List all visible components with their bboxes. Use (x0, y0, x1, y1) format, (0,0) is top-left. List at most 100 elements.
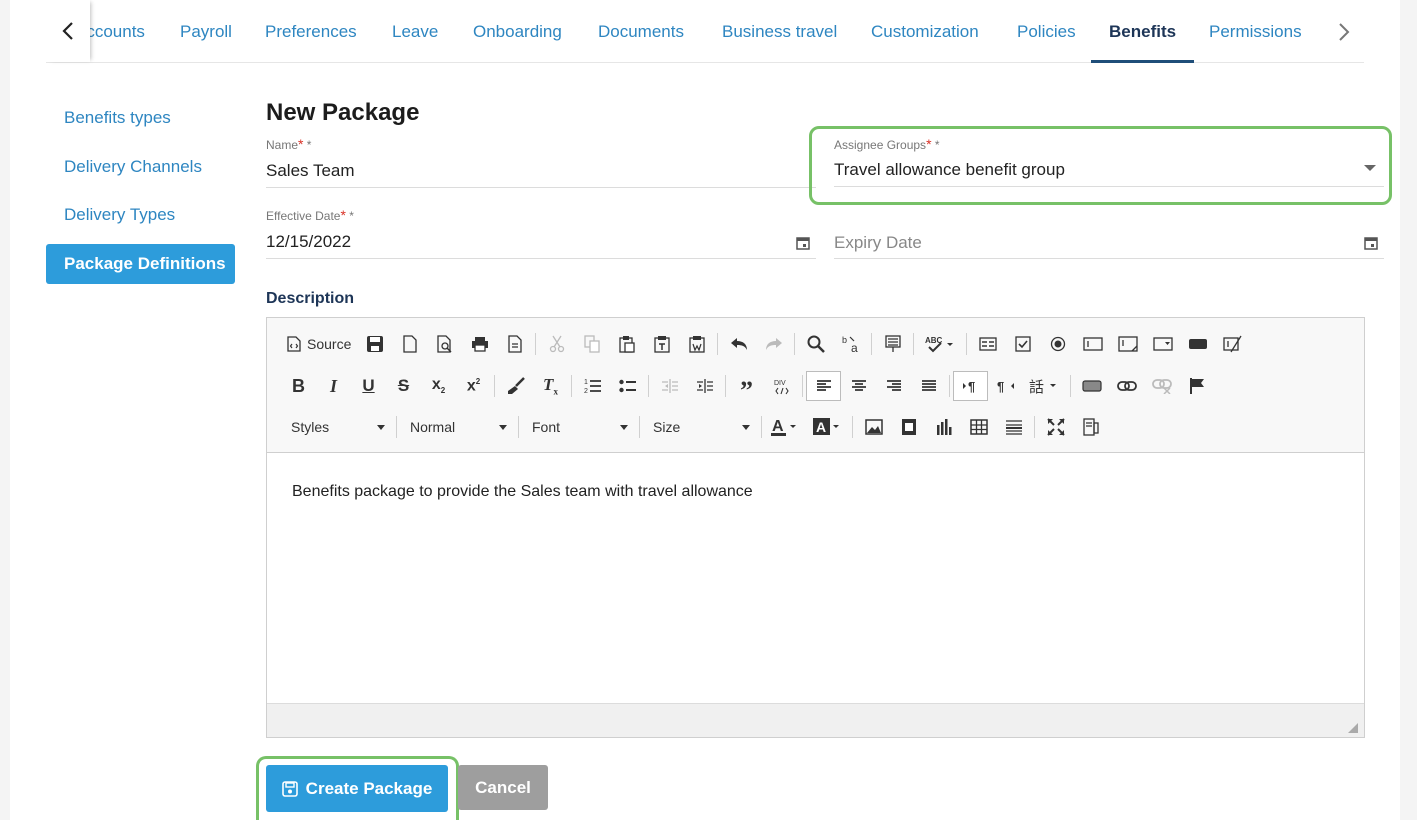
sidebar-item-delivery-channels[interactable]: Delivery Channels (46, 147, 235, 187)
paste-button[interactable] (609, 329, 644, 359)
justify-button[interactable] (911, 371, 946, 401)
expiry-date-field[interactable]: Expiry Date (834, 207, 1384, 259)
paste-word-button[interactable] (679, 329, 714, 359)
table-button[interactable] (961, 412, 996, 442)
size-dropdown[interactable]: Size (643, 412, 758, 442)
align-left-button[interactable] (806, 371, 841, 401)
link-button[interactable] (1109, 371, 1144, 401)
text-color-button[interactable]: A (765, 412, 807, 442)
print-button[interactable] (462, 329, 497, 359)
select-field-button[interactable] (1145, 329, 1180, 359)
description-label: Description (266, 290, 355, 307)
undo-button[interactable] (721, 329, 756, 359)
strikethrough-button[interactable]: S (386, 371, 421, 401)
assignee-groups-select[interactable]: Assignee Groups* * Travel allowance bene… (834, 136, 1384, 187)
format-dropdown[interactable]: Normal (400, 412, 515, 442)
find-button[interactable] (798, 329, 833, 359)
remove-format-button[interactable]: Tx (533, 371, 568, 401)
indent-button[interactable] (687, 371, 722, 401)
underline-button[interactable]: U (351, 371, 386, 401)
hidden-field-button[interactable] (1215, 329, 1250, 359)
create-package-button[interactable]: Create Package (266, 765, 448, 812)
replace-button[interactable]: ba (833, 329, 868, 359)
show-blocks-button[interactable] (1073, 412, 1108, 442)
superscript-button[interactable]: x2 (456, 371, 491, 401)
image-icon (864, 419, 883, 435)
anchor-button[interactable] (1074, 371, 1109, 401)
button-field-button[interactable] (1180, 329, 1215, 359)
tab-scroll-left-button[interactable] (46, 0, 90, 62)
select-all-button[interactable] (875, 329, 910, 359)
flash-button[interactable] (891, 412, 926, 442)
align-right-button[interactable] (876, 371, 911, 401)
font-dropdown[interactable]: Font (522, 412, 636, 442)
form-button[interactable] (970, 329, 1005, 359)
save-button[interactable] (357, 329, 392, 359)
tab-permissions[interactable]: Permissions (1209, 0, 1302, 63)
tab-policies[interactable]: Policies (1017, 0, 1076, 63)
templates-button[interactable] (497, 329, 532, 359)
effective-date-field[interactable]: Effective Date* * 12/15/2022 (266, 207, 816, 259)
italic-button[interactable]: I (316, 371, 351, 401)
radio-button[interactable] (1040, 329, 1075, 359)
paste-text-icon (654, 336, 670, 353)
paste-text-button[interactable] (644, 329, 679, 359)
tab-leave[interactable]: Leave (392, 0, 438, 63)
outdent-button[interactable] (652, 371, 687, 401)
spellcheck-button[interactable]: ABC (917, 329, 963, 359)
name-field[interactable]: Name* * Sales Team (266, 136, 816, 188)
align-center-button[interactable] (841, 371, 876, 401)
tab-payroll[interactable]: Payroll (180, 0, 232, 63)
calendar-icon[interactable] (796, 236, 810, 250)
subscript-button[interactable]: x2 (421, 371, 456, 401)
sidebar-item-benefits-types[interactable]: Benefits types (46, 98, 235, 138)
tab-onboarding[interactable]: Onboarding (473, 0, 562, 63)
background-color-button[interactable]: A (807, 412, 849, 442)
copy-button[interactable] (574, 329, 609, 359)
tab-customization[interactable]: Customization (871, 0, 979, 63)
sidebar-item-delivery-types[interactable]: Delivery Types (46, 195, 235, 235)
bold-button[interactable]: B (281, 371, 316, 401)
dropdown-caret-icon[interactable] (1364, 165, 1376, 171)
tab-business-travel[interactable]: Business travel (722, 0, 837, 63)
checkbox-button[interactable] (1005, 329, 1040, 359)
source-button[interactable]: Source (281, 329, 357, 359)
redo-icon (765, 338, 782, 350)
tab-benefits[interactable]: Benefits (1091, 0, 1195, 63)
styles-dropdown[interactable]: Styles (281, 412, 393, 442)
editor-content-area[interactable]: Benefits package to provide the Sales te… (267, 453, 1364, 703)
bulleted-list-button[interactable] (610, 371, 645, 401)
unlink-button[interactable] (1144, 371, 1179, 401)
create-div-button[interactable]: DIV (764, 371, 799, 401)
text-direction-ltr-button[interactable]: ¶ (953, 371, 988, 401)
blockquote-button[interactable]: ” (729, 371, 764, 405)
language-button[interactable]: 話 (1023, 371, 1067, 401)
numbered-list-button[interactable]: 12 (575, 371, 610, 401)
chart-button[interactable] (926, 412, 961, 442)
sidebar-item-package-definitions[interactable]: Package Definitions (46, 244, 235, 284)
horizontal-rule-button[interactable] (996, 412, 1031, 442)
redo-button[interactable] (756, 329, 791, 359)
cut-button[interactable] (539, 329, 574, 359)
tab-documents[interactable]: Documents (598, 0, 684, 63)
copy-format-button[interactable] (498, 371, 533, 401)
text-color-icon: A (771, 418, 796, 436)
calendar-icon[interactable] (1364, 236, 1378, 250)
font-label: Font (532, 419, 561, 435)
maximize-button[interactable] (1038, 412, 1073, 442)
italic-icon: I (329, 375, 337, 396)
new-page-button[interactable] (392, 329, 427, 359)
tab-preferences[interactable]: Preferences (265, 0, 357, 63)
preview-button[interactable] (427, 329, 462, 359)
indent-icon (696, 379, 713, 393)
text-field-button[interactable] (1075, 329, 1110, 359)
textarea-icon (1118, 336, 1138, 352)
textarea-button[interactable] (1110, 329, 1145, 359)
flag-anchor-button[interactable] (1179, 371, 1214, 401)
tab-accounts[interactable]: Accounts (86, 0, 145, 63)
cancel-button[interactable]: Cancel (458, 765, 548, 810)
tab-scroll-right-button[interactable] (1322, 12, 1366, 52)
image-button[interactable] (856, 412, 891, 442)
resize-handle-icon[interactable] (1348, 723, 1358, 733)
text-direction-rtl-button[interactable]: ¶ (988, 371, 1023, 401)
